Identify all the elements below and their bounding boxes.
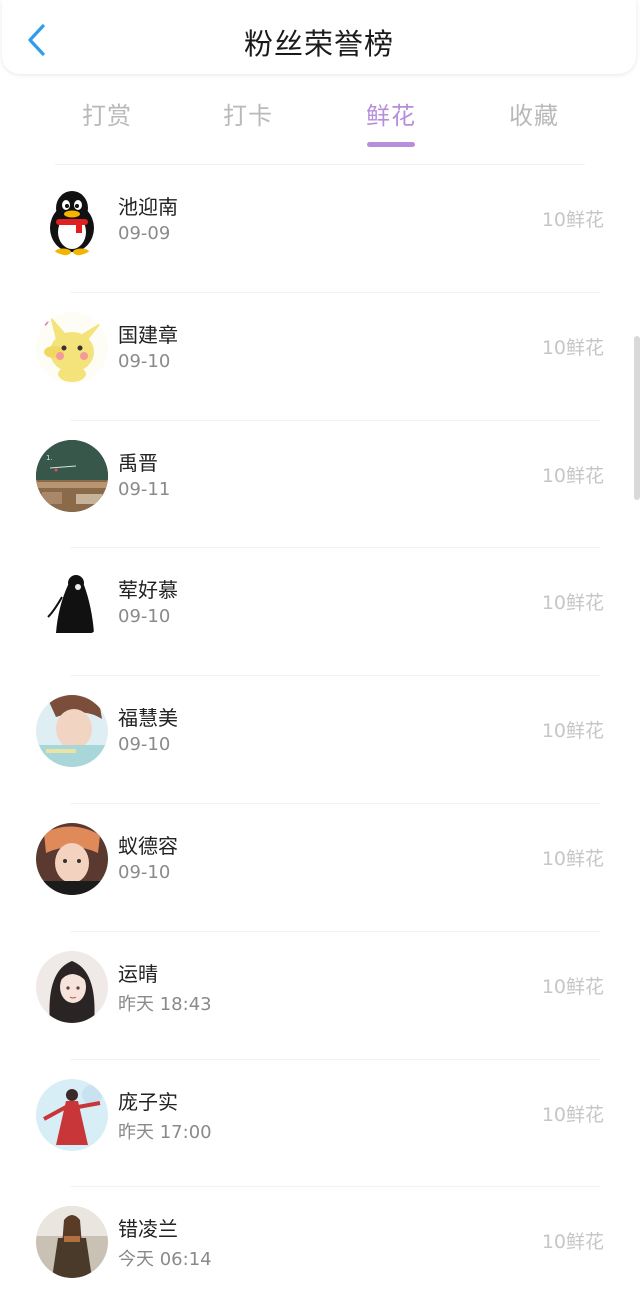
flower-count: 10鲜花 (541, 464, 604, 487)
portrait-avatar (36, 695, 108, 768)
list-item[interactable]: 庞子实 昨天 17:00 10鲜花 (0, 1060, 640, 1188)
active-tab-indicator (367, 142, 415, 147)
list-item[interactable]: 错凌兰 今天 06:14 10鲜花 (0, 1187, 640, 1315)
flower-count: 10鲜花 (541, 975, 604, 998)
fan-date: 09-10 (118, 350, 171, 372)
fan-date: 昨天 17:00 (118, 1121, 212, 1143)
page-title: 粉丝荣誉榜 (243, 27, 394, 61)
list-item[interactable]: ♥ 国建章 09-10 10鲜花 (0, 293, 640, 421)
tab-reward[interactable]: 打赏 (62, 96, 152, 131)
fan-date: 今天 06:14 (118, 1249, 212, 1271)
fan-name: 福慧美 (118, 706, 178, 731)
flower-count: 10鲜花 (541, 847, 604, 870)
tab-favorites[interactable]: 收藏 (489, 96, 579, 131)
list-item[interactable]: 荤好慕 09-10 10鲜花 (0, 548, 640, 677)
pikachu-avatar: ♥ (36, 311, 108, 384)
fan-list: 池迎南 09-09 10鲜花 ♥ 国建章 09-10 10鲜花 1. 禹晋 09… (0, 165, 640, 1315)
svg-text:1.: 1. (46, 454, 53, 462)
flower-count: 10鲜花 (541, 720, 604, 743)
classroom-avatar: 1. (36, 439, 108, 512)
fan-date: 09-09 (118, 223, 171, 244)
list-item[interactable]: 1. 禹晋 09-11 10鲜花 (0, 421, 640, 549)
selfie-avatar (36, 822, 108, 895)
fan-name: 禹晋 (118, 450, 158, 475)
fan-date: 昨天 18:43 (118, 993, 212, 1015)
penguin-avatar (36, 184, 108, 256)
fan-date: 09-11 (118, 478, 171, 500)
svg-text:♥: ♥ (42, 319, 49, 328)
fan-date: 09-10 (118, 734, 171, 756)
list-item[interactable]: 福慧美 09-10 10鲜花 (0, 676, 640, 804)
top-bar: 粉丝荣誉榜 (2, 0, 636, 74)
fan-date: 09-10 (118, 861, 171, 883)
fan-name: 错凌兰 (118, 1217, 178, 1242)
flower-count: 10鲜花 (541, 592, 604, 615)
fan-name: 荤好慕 (118, 578, 178, 603)
tab-checkin[interactable]: 打卡 (203, 96, 293, 131)
winter-girl-avatar (36, 1206, 108, 1279)
flower-count: 10鲜花 (541, 1103, 604, 1126)
fan-name: 蚁德容 (118, 833, 178, 858)
fan-name: 国建章 (118, 322, 178, 347)
tab-flowers-label: 鲜花 (366, 102, 416, 130)
fan-date: 09-10 (118, 606, 171, 628)
list-item[interactable]: 池迎南 09-09 10鲜花 (0, 165, 640, 293)
flower-count: 10鲜花 (541, 1231, 604, 1254)
fan-name: 池迎南 (118, 195, 178, 219)
list-item[interactable]: 蚁德容 09-10 10鲜花 (0, 804, 640, 932)
scrollbar[interactable] (634, 336, 640, 500)
ink-figure-avatar (36, 567, 108, 640)
flower-count: 10鲜花 (541, 336, 604, 359)
flower-count: 10鲜花 (541, 209, 604, 231)
fan-name: 庞子实 (118, 1089, 178, 1114)
tab-flowers[interactable]: 鲜花 (346, 96, 436, 147)
fan-name: 运晴 (118, 961, 158, 986)
anime-girl-avatar (36, 950, 108, 1023)
tab-bar: 打赏 打卡 鲜花 收藏 (0, 90, 640, 150)
red-dancer-avatar (36, 1078, 108, 1151)
list-item[interactable]: 运晴 昨天 18:43 10鲜花 (0, 932, 640, 1060)
